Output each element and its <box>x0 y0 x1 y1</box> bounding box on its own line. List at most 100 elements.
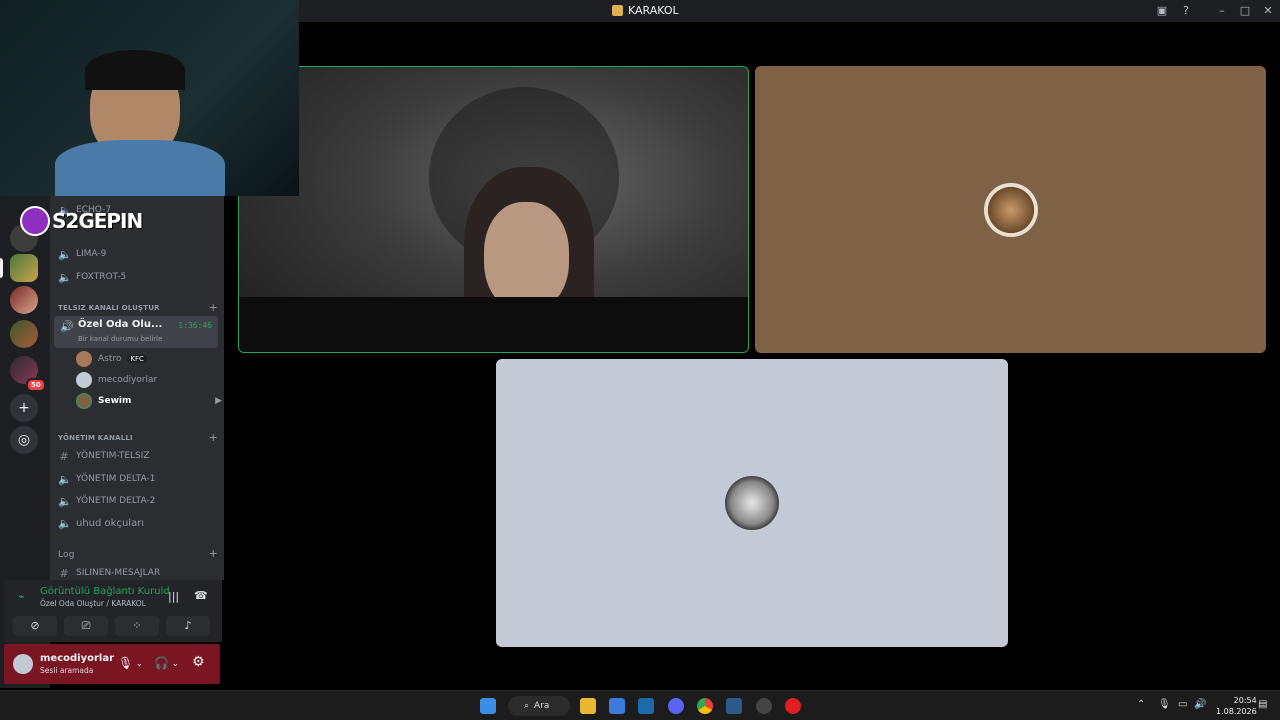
server-icon-karakol[interactable] <box>10 254 38 282</box>
speaker-icon: 🔈 <box>58 472 72 486</box>
speaker-icon: 🔈 <box>58 247 72 261</box>
video-tile-camera[interactable] <box>238 66 749 353</box>
channel-item[interactable]: # YÖNETIM-TELSIZ <box>58 446 218 466</box>
window-title: KARAKOL <box>612 4 679 17</box>
voice-user[interactable]: mecodiyorlar <box>76 371 157 389</box>
screen-share-button[interactable]: ⎚ <box>64 616 108 636</box>
camera-toggle-button[interactable]: ⊘ <box>13 616 57 636</box>
maximize-button[interactable]: □ <box>1237 3 1253 19</box>
disconnect-icon[interactable]: ☎ <box>194 589 208 602</box>
settings-gear-icon[interactable]: ⚙ <box>192 654 205 670</box>
channel-status-hint[interactable]: Bir kanal durumu belirle <box>78 335 162 343</box>
category-name: YÖNETIM KANALLI <box>58 434 133 442</box>
app-icon[interactable] <box>726 698 742 714</box>
signal-icon[interactable]: ⌁ <box>18 590 25 603</box>
stream-logo: S2GEPIN <box>20 206 143 236</box>
avatar <box>725 476 779 530</box>
video-tile-avatar[interactable] <box>496 359 1008 647</box>
channel-name: YÖNETIM-TELSIZ <box>76 451 150 461</box>
taskbar-clock[interactable]: 20:54 1.08.2026 <box>1216 695 1257 717</box>
stream-logo-text: S2GEPIN <box>52 209 143 233</box>
user-name[interactable]: mecodiyorlar <box>40 653 114 664</box>
category-header[interactable]: TELSIZ KANALI OLUŞTUR + <box>58 301 218 314</box>
channel-item[interactable]: 🔈 YÖNETIM DELTA-1 <box>58 469 218 489</box>
activities-button[interactable]: ⁘ <box>115 616 159 636</box>
category-header[interactable]: YÖNETIM KANALLI + <box>58 431 218 444</box>
voice-timer: 1:36:46 <box>178 321 212 330</box>
notification-icon[interactable]: ▤ <box>1258 699 1267 710</box>
selected-server-pill <box>0 258 3 278</box>
discord-icon[interactable] <box>668 698 684 714</box>
channel-item[interactable]: 🔈 YÖNETIM DELTA-2 <box>58 491 218 511</box>
category-name: TELSIZ KANALI OLUŞTUR <box>58 304 160 312</box>
avatar <box>76 372 92 388</box>
voice-status[interactable]: Görüntülü Bağlantı Kuruld <box>40 586 170 597</box>
network-icon[interactable]: ▭ <box>1178 699 1187 710</box>
chevron-up-icon[interactable]: ⌃ <box>1137 699 1145 710</box>
hash-icon: # <box>59 449 69 463</box>
avatar <box>76 351 92 367</box>
channel-item[interactable]: # SILINEN-MESAJLAR <box>58 563 218 580</box>
hash-icon: # <box>59 566 69 580</box>
taskbar-search[interactable]: ⌕ Ara <box>508 696 570 716</box>
add-server-icon[interactable]: + <box>10 394 38 422</box>
create-channel-icon[interactable]: + <box>209 547 218 560</box>
start-windows-icon[interactable] <box>480 698 496 714</box>
search-label: Ara <box>534 701 550 711</box>
webcam-overlay <box>0 0 299 196</box>
avatar[interactable] <box>13 654 33 674</box>
volume-icon[interactable]: 🔊 <box>1194 699 1206 710</box>
channel-name: SILINEN-MESAJLAR <box>76 568 161 578</box>
avatar <box>76 393 92 409</box>
steam-icon[interactable] <box>638 698 654 714</box>
active-voice-channel[interactable]: 🔊 Özel Oda Olu... 1:36:46 Bir kanal duru… <box>54 316 218 348</box>
streamer-hair <box>85 50 185 90</box>
speaker-icon: 🔊 <box>60 320 74 333</box>
server-icon[interactable] <box>10 320 38 348</box>
channel-sidebar: 🔈 ECHO-7 🔈 LIMA-9 🔈 FOXTROT-5 TELSIZ KAN… <box>50 196 224 580</box>
voice-location[interactable]: Özel Oda Oluştur / KARAKOL <box>40 599 146 608</box>
app-icon[interactable] <box>756 698 772 714</box>
channel-item[interactable]: 🔈 LIMA-9 <box>58 244 218 264</box>
chrome-icon[interactable] <box>697 698 713 714</box>
soundboard-icon: ♪ <box>184 619 192 632</box>
channel-name: Özel Oda Olu... <box>78 319 163 330</box>
youtube-icon[interactable] <box>785 698 801 714</box>
minimize-button[interactable]: – <box>1214 3 1230 19</box>
chevron-down-icon[interactable]: ⌄ <box>136 659 143 668</box>
soundboard-button[interactable]: ♪ <box>166 616 210 636</box>
mention-badge: 50 <box>26 378 46 392</box>
close-button[interactable]: ✕ <box>1260 3 1276 19</box>
server-icon <box>612 5 623 16</box>
windows-taskbar: ⌕ Ara ⌃ 🎙 ▭ 🔊 20:54 1.08.2026 ▤ <box>0 690 1280 720</box>
create-channel-icon[interactable]: + <box>209 301 218 314</box>
voice-user[interactable]: Astro KFC <box>76 350 147 368</box>
noise-suppression-icon[interactable]: ||| <box>168 590 179 603</box>
camera-icon: ▶ <box>215 396 222 406</box>
voice-user[interactable]: Sewim ▶ <box>76 392 222 410</box>
discover-icon[interactable]: ◎ <box>10 426 38 454</box>
speaker-icon: 🔈 <box>58 494 72 508</box>
streamer-shirt <box>55 140 225 196</box>
voice-user-name: Astro <box>98 354 122 364</box>
channel-name: uhud okçuları <box>76 517 145 529</box>
search-icon: ⌕ <box>524 701 530 711</box>
category-header[interactable]: Log + <box>58 547 218 560</box>
headphones-icon[interactable]: 🎧 <box>154 656 169 670</box>
store-icon[interactable] <box>609 698 625 714</box>
help-icon[interactable]: ? <box>1178 3 1194 19</box>
video-tile-avatar[interactable] <box>755 66 1266 353</box>
file-explorer-icon[interactable] <box>580 698 596 714</box>
inbox-icon[interactable]: ▣ <box>1154 3 1170 19</box>
server-icon[interactable] <box>10 286 38 314</box>
screen-share-icon: ⎚ <box>81 619 91 632</box>
microphone-icon[interactable]: 🎙 <box>118 656 133 670</box>
channel-item[interactable]: 🔈 FOXTROT-5 <box>58 267 218 287</box>
microphone-icon[interactable]: 🎙 <box>1158 699 1171 710</box>
voice-user-name: mecodiyorlar <box>98 375 158 385</box>
channel-name: FOXTROT-5 <box>76 272 127 282</box>
channel-item[interactable]: 🔈 uhud okçuları <box>58 513 218 533</box>
chevron-down-icon[interactable]: ⌄ <box>172 659 179 668</box>
clock-date: 1.08.2026 <box>1216 707 1257 716</box>
create-channel-icon[interactable]: + <box>209 431 218 444</box>
